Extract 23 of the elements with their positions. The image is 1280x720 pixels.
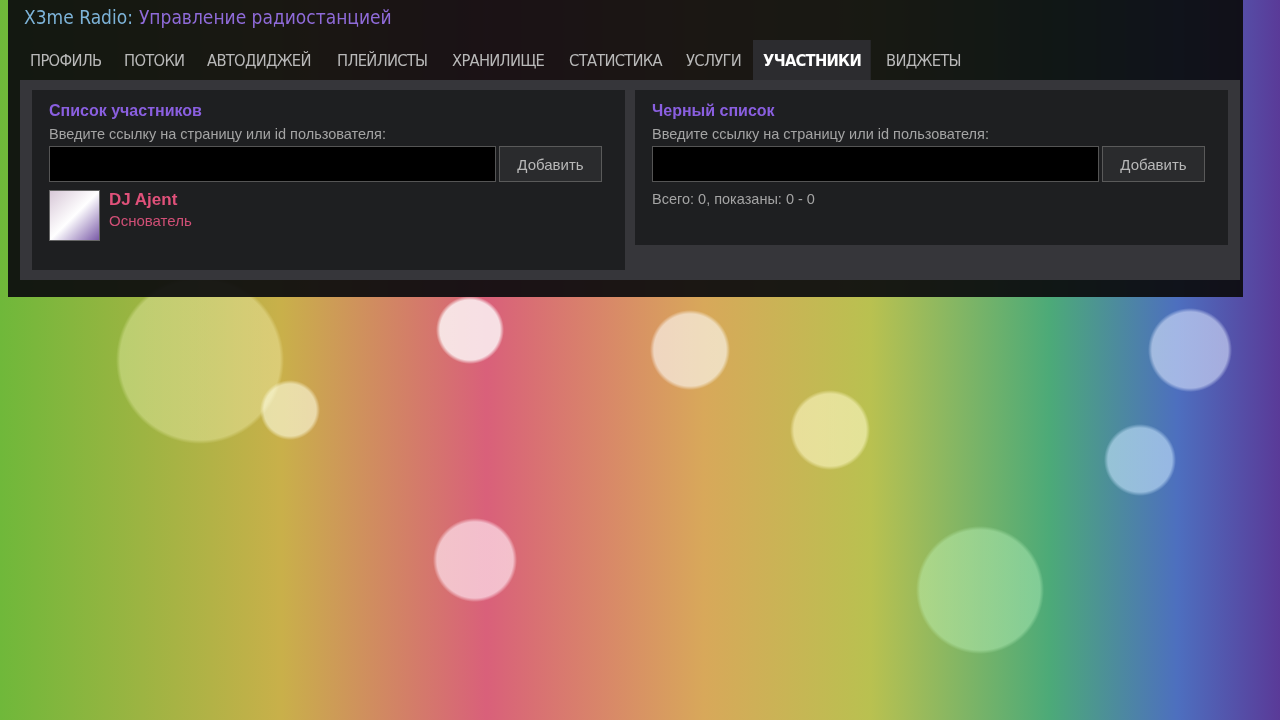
field-label: Введите ссылку на страницу или id пользователя: — [49, 126, 387, 142]
nav-tab[interactable]: ПРОФИЛЬ — [20, 40, 112, 80]
section-title: Список участников — [49, 102, 203, 120]
count-summary: Всего: 0, показаны: 0 - 0 — [652, 191, 816, 207]
nav-tab[interactable]: СТАТИСТИКА — [558, 40, 672, 80]
nav-tab[interactable]: ВИДЖЕТЫ — [876, 40, 972, 80]
add-button[interactable]: Добавить — [499, 146, 602, 182]
nav-tab[interactable]: УЧАСТНИКИ — [753, 40, 872, 80]
add-button[interactable]: Добавить — [1102, 146, 1205, 182]
brand-name: X3me Radio: — [24, 6, 133, 30]
input-field[interactable] — [49, 146, 496, 182]
member-role: Основатель — [109, 212, 192, 229]
nav-tab[interactable]: ПЛЕЙЛИСТЫ — [326, 40, 437, 80]
nav-tab[interactable]: ПОТОКИ — [114, 40, 195, 80]
section-title: Черный список — [652, 102, 776, 120]
page-title: Управление радиостанцией — [138, 6, 392, 30]
input-field[interactable] — [652, 146, 1099, 182]
field-label: Введите ссылку на страницу или id пользователя: — [652, 126, 990, 142]
avatar-image — [49, 190, 100, 241]
nav-tab[interactable]: УСЛУГИ — [676, 40, 752, 80]
nav-tab[interactable]: ХРАНИЛИЩЕ — [441, 40, 554, 80]
member-name[interactable]: DJ Ajent — [109, 190, 192, 210]
nav-tab[interactable]: АВТОДИДЖЕЙ — [196, 40, 321, 80]
